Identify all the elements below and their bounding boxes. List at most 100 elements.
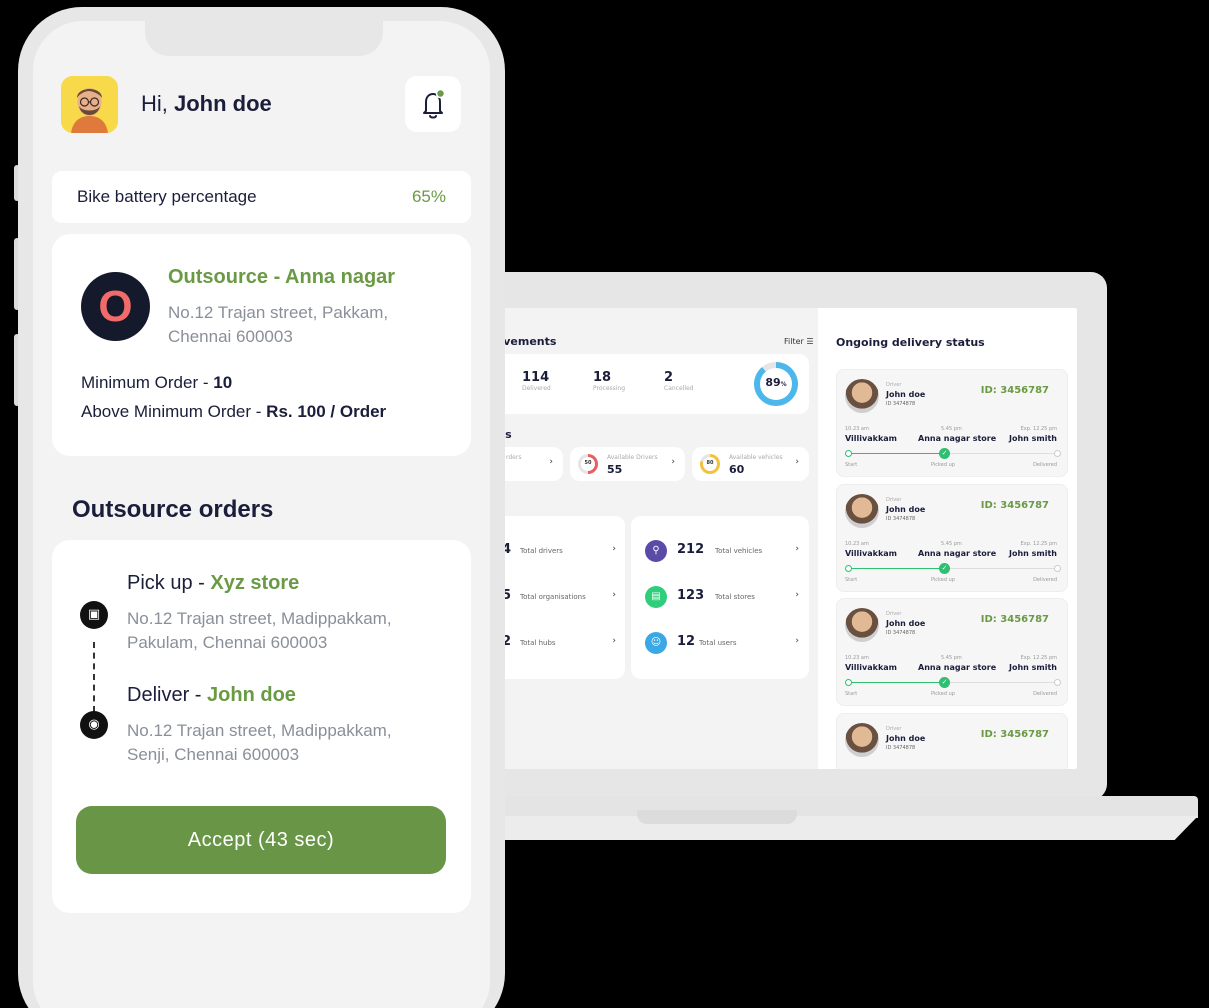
pickup-place: Anna nagar store xyxy=(918,549,997,558)
stat-value: 2 xyxy=(664,370,674,385)
delivery-id: ID: 3456787 xyxy=(980,729,1049,740)
bell-icon xyxy=(423,88,446,119)
total-number: 212 xyxy=(677,542,705,557)
picked-up-label: Picked up xyxy=(931,462,955,468)
deliver-address: No.12 Trajan street, Madippakkam, Senji,… xyxy=(127,721,392,764)
greeting: Hi, John doe xyxy=(141,91,272,117)
pickup-place: Anna nagar store xyxy=(918,663,997,672)
start-label: Start xyxy=(845,462,858,468)
chevron-right-icon: › xyxy=(795,636,799,646)
chevron-right-icon: › xyxy=(671,457,675,467)
picked-up-label: Picked up xyxy=(931,577,955,583)
driver-avatar xyxy=(845,494,879,528)
driver-id-small: ID 3474878 xyxy=(886,630,916,636)
deliver-label: Deliver - xyxy=(127,684,208,706)
end-dot xyxy=(1054,679,1061,686)
laptop-notch xyxy=(637,810,797,824)
drivers-ring: 50 xyxy=(578,454,598,474)
battery-card: Bike battery percentage 65% xyxy=(52,171,471,223)
above-minimum-value: Rs. 100 / Order xyxy=(266,402,387,421)
minimum-order: Minimum Order - 10 xyxy=(81,373,232,393)
laptop-base xyxy=(420,796,1198,818)
chevron-right-icon: › xyxy=(612,544,616,554)
total-number: 123 xyxy=(677,588,705,603)
driver-name: John doe xyxy=(886,619,926,628)
filter-label: Filter xyxy=(784,337,804,346)
status-card-label: rders xyxy=(506,454,522,461)
filter-button[interactable]: Filter ☰ xyxy=(784,337,814,346)
delivery-card[interactable]: Driver John doe ID 3474878 ID: 3456787 10.23… xyxy=(836,484,1068,592)
avatar[interactable] xyxy=(61,76,118,133)
pickup-name: Xyz store xyxy=(210,572,300,594)
expected-time: Exp. 12.25 pm xyxy=(1020,655,1057,661)
totals-card-right: ⚲ 212 Total vehicles › ▤ 123 Total store… xyxy=(631,516,809,679)
ring-label: 80 xyxy=(706,460,714,466)
status-card-value: 55 xyxy=(607,463,623,476)
status-card-drivers[interactable]: 50 Available Drivers 55 › xyxy=(570,447,685,481)
driver-name: John doe xyxy=(886,734,926,743)
above-minimum-label: Above Minimum Order - xyxy=(81,402,267,421)
store-logo: O xyxy=(81,272,150,341)
stat-label: Processing xyxy=(593,385,626,392)
store-pin-icon: ▣ xyxy=(80,601,108,629)
start-place: Villivakkam xyxy=(845,663,898,672)
pickup-time: 5.45 pm xyxy=(941,541,962,547)
driver-id-small: ID 3474878 xyxy=(886,516,916,522)
total-label: Total organisations xyxy=(520,593,586,601)
delivered-label: Delivered xyxy=(1033,462,1057,468)
user-name: John doe xyxy=(174,91,272,116)
chevron-right-icon: › xyxy=(612,590,616,600)
pickup-place: Anna nagar store xyxy=(918,434,997,443)
start-dot xyxy=(845,679,852,686)
progress-track-fill xyxy=(847,453,945,454)
delivery-card[interactable]: Driver John doe ID 3474878 ID: 3456787 10.23… xyxy=(836,598,1068,706)
delivery-card[interactable]: Driver John doe ID 3474878 ID: 3456787 10.23… xyxy=(836,369,1068,477)
deliver-name: John doe xyxy=(207,684,296,706)
start-label: Start xyxy=(845,577,858,583)
store-icon: ▤ xyxy=(645,586,667,608)
total-row-stores[interactable]: ▤ 123 Total stores › xyxy=(645,586,799,610)
stat-cancelled: 2 Cancelled xyxy=(664,370,694,392)
laptop-screen: ievements Filter ☰ 114 Delivered 18 Proc… xyxy=(440,308,1077,769)
total-label: Total users xyxy=(699,639,737,647)
start-place: Villivakkam xyxy=(845,434,898,443)
delivery-card[interactable]: Driver John doe ID 3474878 ID: 3456787 xyxy=(836,713,1068,769)
greeting-prefix: Hi, xyxy=(141,91,174,116)
status-card-vehicles[interactable]: 80 Available vehicles 60 › xyxy=(692,447,809,481)
driver-role: Driver xyxy=(886,382,902,388)
start-place: Villivakkam xyxy=(845,549,898,558)
driver-name: John doe xyxy=(886,505,926,514)
location-pin-icon: ◉ xyxy=(80,711,108,739)
accept-button[interactable]: Accept (43 sec) xyxy=(76,806,446,874)
status-card-label: Available Drivers xyxy=(607,454,658,461)
total-row-organisations[interactable]: 5 Total organisations › xyxy=(502,586,616,610)
pickup-time: 5.45 pm xyxy=(941,655,962,661)
driver-name: John doe xyxy=(886,390,926,399)
progress-track-fill xyxy=(847,568,945,569)
ongoing-title: Ongoing delivery status xyxy=(836,336,985,349)
delivered-label: Delivered xyxy=(1033,691,1057,697)
phone-notch xyxy=(145,20,383,56)
driver-id-small: ID 3474878 xyxy=(886,745,916,751)
ring-label: 89% xyxy=(765,376,787,389)
stat-label: Delivered xyxy=(522,385,551,392)
total-row-drivers[interactable]: 4 Total drivers › xyxy=(502,540,616,564)
destination-person: John smith xyxy=(1008,434,1057,443)
status-card-value: 60 xyxy=(729,463,745,476)
battery-label: Bike battery percentage xyxy=(77,187,257,206)
stat-processing: 18 Processing xyxy=(593,370,625,392)
battery-value: 65% xyxy=(411,187,446,206)
destination-person: John smith xyxy=(1008,549,1057,558)
driver-role: Driver xyxy=(886,611,902,617)
total-row-vehicles[interactable]: ⚲ 212 Total vehicles › xyxy=(645,540,799,564)
stat-label: Cancelled xyxy=(664,385,694,392)
total-label: Total drivers xyxy=(520,547,563,555)
above-minimum-order: Above Minimum Order - Rs. 100 / Order xyxy=(81,402,386,422)
total-row-hubs[interactable]: 2 Total hubs › xyxy=(502,632,616,656)
total-row-users[interactable]: ☺ 12 Total users › xyxy=(645,632,799,656)
notification-button[interactable] xyxy=(405,76,461,132)
check-icon: ✓ xyxy=(939,563,950,574)
totals-card-left: 4 Total drivers › 5 Total organisations … xyxy=(492,516,625,679)
minimum-order-value: 10 xyxy=(213,373,233,392)
progress-ring: 89% xyxy=(754,362,798,406)
